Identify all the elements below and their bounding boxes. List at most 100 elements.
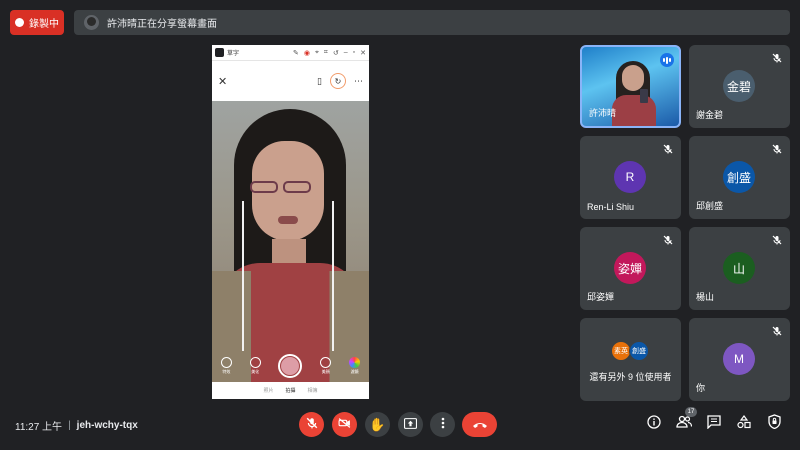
camera-header-actions: ▯ ↻ ⋯ bbox=[317, 73, 363, 89]
screen-share-text: 許沛晴正在分享螢幕畫面 bbox=[107, 19, 217, 30]
avatar: 素英 bbox=[611, 341, 631, 361]
person-mouth bbox=[278, 216, 298, 224]
presenter-avatar bbox=[84, 15, 99, 30]
camera-off-icon bbox=[338, 416, 351, 434]
mic-off-icon bbox=[770, 51, 784, 65]
meeting-details: 11:27 上午 | jeh-wchy-tqx bbox=[15, 418, 138, 433]
minimize-icon[interactable]: – bbox=[344, 49, 348, 57]
participant-tile[interactable]: 金碧 謝金碧 bbox=[689, 45, 790, 128]
chat-button[interactable] bbox=[705, 414, 723, 434]
participant-tile[interactable]: 山 楊山 bbox=[689, 227, 790, 310]
participant-name: 謝金碧 bbox=[696, 110, 724, 120]
face-button[interactable]: 美顏 bbox=[320, 357, 332, 375]
mic-off-icon bbox=[306, 416, 318, 434]
stacked-avatars: 素英 創盛 bbox=[611, 341, 649, 361]
host-controls-button[interactable] bbox=[765, 414, 783, 434]
participant-tile-self[interactable]: M 你 bbox=[689, 318, 790, 401]
raise-hand-button[interactable]: ✋ bbox=[365, 412, 390, 437]
ratio-icon[interactable]: ▯ bbox=[317, 76, 322, 87]
presenter-phone bbox=[640, 89, 648, 103]
mic-off-icon bbox=[661, 233, 675, 247]
mic-off-icon bbox=[770, 142, 784, 156]
app-icon bbox=[215, 48, 224, 57]
avatar: 創盛 bbox=[723, 161, 755, 193]
raise-hand-icon: ✋ bbox=[369, 416, 386, 432]
participant-tile-presenter[interactable]: 許沛晴 bbox=[580, 45, 681, 128]
more-participants-tile[interactable]: 素英 創盛 還有另外 9 位使用者 bbox=[580, 318, 681, 401]
speaking-indicator-icon bbox=[660, 53, 674, 67]
camera-more-icon[interactable]: ⋯ bbox=[354, 76, 363, 87]
host-controls-icon bbox=[767, 414, 781, 434]
avatar: 金碧 bbox=[723, 70, 755, 102]
meet-window: 錄製中 許沛晴正在分享螢幕畫面 草字 ✎ ◉ ⌖ ⌗ ↺ – ▫ ✕ ✕ ▯ ↻ bbox=[0, 0, 800, 450]
leave-call-button[interactable] bbox=[462, 412, 497, 437]
filter-label: 濾鏡 bbox=[350, 369, 359, 374]
present-button[interactable] bbox=[398, 412, 423, 437]
more-options-button[interactable] bbox=[430, 412, 455, 437]
effects-label: 特效 bbox=[222, 369, 231, 374]
presenter-face bbox=[622, 65, 644, 91]
face-icon bbox=[320, 357, 332, 368]
mirror-app-toolbar: 草字 ✎ ◉ ⌖ ⌗ ↺ – ▫ ✕ bbox=[212, 45, 369, 61]
more-options-icon bbox=[441, 416, 445, 434]
tab-capture[interactable]: 拍攝 bbox=[285, 387, 295, 394]
switch-camera-icon[interactable]: ↻ bbox=[330, 73, 346, 89]
recording-label: 錄製中 bbox=[29, 19, 59, 30]
avatar: 姿嬋 bbox=[614, 252, 646, 284]
presenter-body bbox=[612, 95, 656, 126]
activities-button[interactable] bbox=[735, 414, 753, 434]
end-call-icon bbox=[472, 416, 488, 434]
participant-tile[interactable]: 姿嬋 邱姿嬋 bbox=[580, 227, 681, 310]
beautify-button[interactable]: 美化 bbox=[249, 357, 261, 375]
filter-button[interactable]: 濾鏡 bbox=[349, 357, 361, 375]
participant-name: 邱姿嬋 bbox=[587, 292, 615, 302]
meeting-time: 11:27 上午 bbox=[15, 422, 63, 433]
shared-screen: 草字 ✎ ◉ ⌖ ⌗ ↺ – ▫ ✕ ✕ ▯ ↻ ⋯ 特效 美化 美顏 濾鏡 照… bbox=[212, 45, 369, 399]
filter-icon bbox=[349, 357, 361, 368]
camera-toggle-button[interactable] bbox=[332, 412, 357, 437]
crop-icon[interactable]: ⌗ bbox=[324, 49, 328, 57]
recording-indicator[interactable]: 錄製中 bbox=[10, 10, 64, 35]
mic-off-icon bbox=[661, 142, 675, 156]
meeting-info-button[interactable] bbox=[645, 414, 663, 433]
close-icon[interactable]: ✕ bbox=[360, 49, 366, 57]
participant-name: 你 bbox=[696, 383, 706, 393]
avatar: 山 bbox=[723, 252, 755, 284]
tab-album[interactable]: 相簿 bbox=[308, 387, 318, 394]
earphone-cable bbox=[332, 201, 334, 351]
people-icon bbox=[676, 415, 693, 433]
mirror-app-title: 草字 bbox=[227, 51, 240, 57]
participant-tile[interactable]: 創盛 邱創盛 bbox=[689, 136, 790, 219]
beautify-label: 美化 bbox=[251, 369, 260, 374]
chat-icon bbox=[707, 414, 721, 434]
shutter-button[interactable] bbox=[278, 354, 303, 378]
record-dot-icon bbox=[15, 18, 24, 27]
avatar: 創盛 bbox=[629, 341, 649, 361]
effects-button[interactable]: 特效 bbox=[220, 357, 232, 375]
participant-name: 楊山 bbox=[696, 292, 715, 302]
maximize-icon[interactable]: ▫ bbox=[353, 49, 355, 57]
avatar: R bbox=[614, 161, 646, 193]
pin-icon[interactable]: ⌖ bbox=[315, 49, 319, 57]
camera-header: ✕ ▯ ↻ ⋯ bbox=[212, 61, 369, 101]
meeting-code: jeh-wchy-tqx bbox=[76, 420, 138, 431]
participant-name: 邱創盛 bbox=[696, 201, 724, 211]
effects-icon bbox=[220, 357, 232, 368]
activities-icon bbox=[737, 414, 751, 434]
mirror-tools: ✎ ◉ ⌖ ⌗ ↺ – ▫ ✕ bbox=[293, 49, 366, 57]
participant-tile[interactable]: R Ren-Li Shiu bbox=[580, 136, 681, 219]
glasses-icon bbox=[283, 181, 311, 193]
people-button[interactable] bbox=[675, 415, 693, 433]
tab-photos[interactable]: 照片 bbox=[263, 387, 273, 394]
participant-name: Ren-Li Shiu bbox=[587, 202, 635, 212]
camera-close-icon[interactable]: ✕ bbox=[218, 75, 227, 88]
record-icon[interactable]: ◉ bbox=[304, 49, 310, 57]
more-participants-label: 還有另外 9 位使用者 bbox=[589, 372, 672, 382]
brush-icon[interactable]: ✎ bbox=[293, 49, 299, 57]
earphone-cable bbox=[242, 201, 244, 351]
screen-share-banner: 許沛晴正在分享螢幕畫面 bbox=[74, 10, 790, 35]
avatar: M bbox=[723, 343, 755, 375]
rotate-icon[interactable]: ↺ bbox=[333, 49, 339, 57]
face-label: 美顏 bbox=[321, 369, 330, 374]
microphone-toggle-button[interactable] bbox=[299, 412, 324, 437]
